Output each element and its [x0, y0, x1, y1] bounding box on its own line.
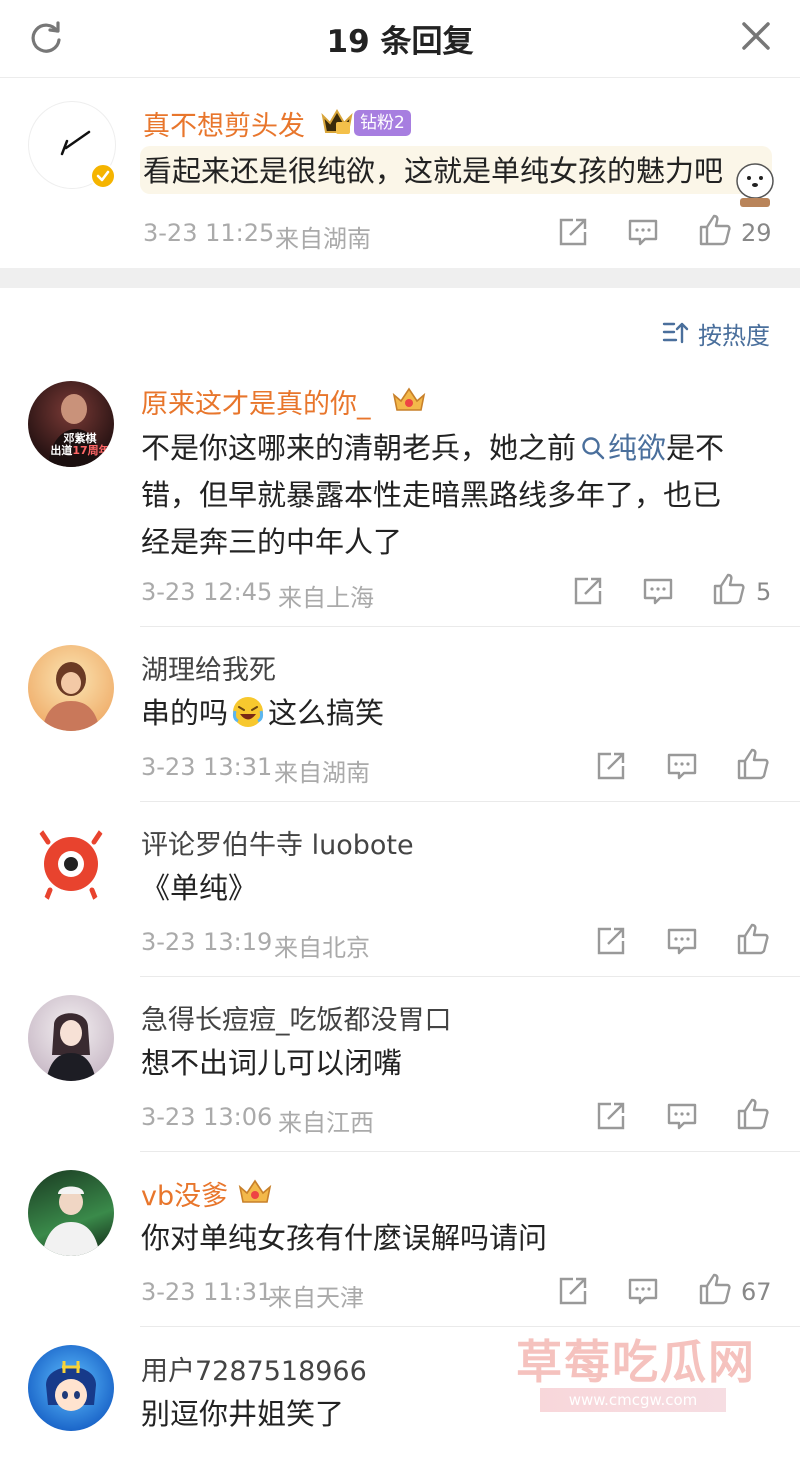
- avatar-caption: 邓紫棋 出道17周年: [50, 433, 110, 457]
- vip-crown-icon: [321, 109, 353, 134]
- share-icon[interactable]: [571, 574, 605, 608]
- comment-icon[interactable]: [626, 215, 660, 249]
- page-title: 19 条回复: [326, 24, 474, 60]
- reply-text-segment: 这么搞笑: [268, 696, 385, 730]
- comment-icon[interactable]: [641, 574, 675, 608]
- like-icon[interactable]: [736, 747, 770, 781]
- reply-username[interactable]: vb没爹: [141, 1174, 228, 1213]
- watermark-text: 草莓吃瓜网: [516, 1335, 756, 1389]
- reply-username[interactable]: 急得长痘痘_吃饭都没胃口: [141, 998, 452, 1037]
- reply-username[interactable]: 评论罗伯牛寺 luobote: [141, 823, 414, 862]
- avatar[interactable]: [28, 1345, 114, 1431]
- avatar[interactable]: 邓紫棋 出道17周年: [28, 381, 114, 467]
- reply-text-line-1: 不是你这哪来的清朝老兵，她之前 纯欲是不: [141, 425, 724, 472]
- reply-location: 来自江西: [278, 1109, 374, 1137]
- comment-text: 看起来还是很纯欲，这就是单纯女孩的魅力吧: [143, 154, 724, 188]
- like-icon[interactable]: [712, 572, 746, 606]
- like-count: 67: [741, 1278, 772, 1306]
- like-icon[interactable]: [736, 1097, 770, 1131]
- comment-icon[interactable]: [665, 924, 699, 958]
- topic-link[interactable]: 纯欲: [608, 431, 666, 465]
- avatar-caption-line-3: 17周年: [72, 444, 110, 457]
- share-icon[interactable]: [594, 749, 628, 783]
- avatar-image: [42, 1186, 100, 1256]
- reply-username[interactable]: 原来这才是真的你_: [141, 382, 371, 421]
- reply-time: 3-23 13:06: [141, 1103, 273, 1131]
- verified-icon: [90, 163, 116, 189]
- avatar-caption-line-2: 出道: [50, 444, 73, 457]
- like-icon[interactable]: [698, 1272, 732, 1306]
- share-icon[interactable]: [556, 1274, 590, 1308]
- reply-text: 串的吗 这么搞笑: [141, 690, 384, 737]
- cartoon-dog-sticker-icon: [736, 163, 774, 207]
- like-count: 29: [741, 219, 772, 247]
- reply-text-line-2: 错，但早就暴露本性走暗黑路线多年了，也已: [141, 478, 722, 512]
- reply-text-segment: 不是你这哪来的清朝老兵，她之前: [141, 431, 577, 465]
- share-icon[interactable]: [594, 1099, 628, 1133]
- reply-location: 来自湖南: [274, 759, 370, 787]
- watermark-url: www.cmcgw.com: [540, 1388, 726, 1412]
- avatar[interactable]: [28, 1170, 114, 1256]
- like-icon[interactable]: [736, 922, 770, 956]
- comment-time: 3-23 11:25: [143, 219, 275, 247]
- header-bar: 19 条回复: [0, 0, 800, 78]
- avatar-image: [46, 1361, 96, 1411]
- vip-crown-icon: [238, 1179, 272, 1203]
- divider: [140, 976, 800, 977]
- comment-username[interactable]: 真不想剪头发: [143, 104, 305, 143]
- divider: [140, 801, 800, 802]
- section-separator: [0, 268, 800, 288]
- reply-time: 3-23 11:31: [141, 1278, 273, 1306]
- fans-badge: 钻粉2: [354, 110, 411, 136]
- reply-text: 想不出词儿可以闭嘴: [141, 1046, 403, 1080]
- share-icon[interactable]: [556, 215, 590, 249]
- sort-icon: [662, 322, 689, 344]
- like-count: 5: [756, 578, 772, 606]
- share-icon[interactable]: [594, 924, 628, 958]
- comment-icon[interactable]: [665, 1099, 699, 1133]
- avatar-image: [46, 1013, 96, 1081]
- like-icon[interactable]: [698, 213, 732, 247]
- reply-location: 来自北京: [274, 934, 370, 962]
- reply-text: 别逗你井姐笑了: [141, 1397, 345, 1431]
- avatar[interactable]: [28, 995, 114, 1081]
- comment-location: 来自湖南: [275, 225, 371, 253]
- reply-text: 你对单纯女孩有什麼误解吗请问: [141, 1221, 548, 1255]
- laughing-crying-emoji-icon: [232, 697, 264, 727]
- avatar-image: [42, 662, 100, 731]
- divider: [140, 626, 800, 627]
- avatar[interactable]: [28, 645, 114, 731]
- reply-location: 来自上海: [278, 584, 374, 612]
- comment-icon[interactable]: [626, 1274, 660, 1308]
- reply-text: 《单纯》: [141, 871, 258, 905]
- reply-time: 3-23 13:19: [141, 928, 273, 956]
- sort-label: 按热度: [698, 322, 770, 350]
- search-icon[interactable]: [580, 435, 606, 461]
- avatar-image: [37, 827, 105, 903]
- reply-time: 3-23 13:31: [141, 753, 273, 781]
- reply-text-line-3: 经是奔三的中年人了: [141, 525, 403, 559]
- vip-crown-icon: [392, 387, 426, 411]
- reply-username[interactable]: 用户7287518966: [141, 1349, 367, 1388]
- reply-text-segment: 是不: [666, 431, 725, 465]
- divider: [140, 1151, 800, 1152]
- avatar[interactable]: [28, 820, 114, 906]
- reply-time: 3-23 12:45: [141, 578, 273, 606]
- reply-username[interactable]: 湖理给我死: [141, 648, 276, 687]
- close-icon[interactable]: [736, 16, 776, 56]
- reply-location: 来自天津: [268, 1284, 364, 1312]
- reply-text-segment: 串的吗: [141, 696, 229, 730]
- comment-icon[interactable]: [665, 749, 699, 783]
